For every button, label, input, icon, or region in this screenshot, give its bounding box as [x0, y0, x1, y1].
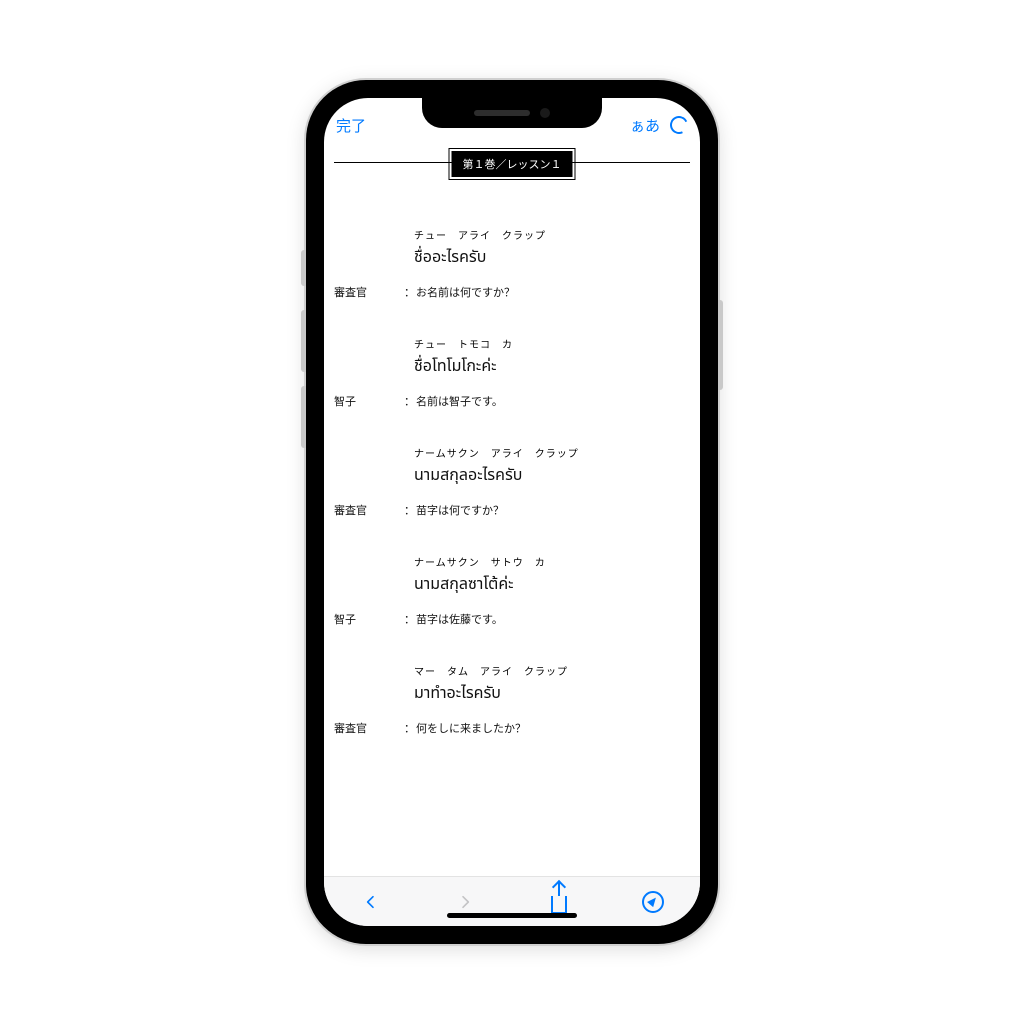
- kana-pronunciation: ナームサクン サトウ カ: [334, 554, 690, 569]
- speaker-name: 審査官: [334, 720, 404, 736]
- earpiece: [474, 110, 530, 116]
- chevron-left-icon: [363, 894, 379, 910]
- lesson-badge: 第１巻／レッスン１: [452, 151, 573, 177]
- japanese-text: お名前は何ですか？: [416, 284, 690, 300]
- speaker-name: 審査官: [334, 502, 404, 518]
- thai-text: ชื่อโทโมโกะค่ะ: [334, 355, 690, 379]
- kana-pronunciation: マー タム アライ クラップ: [334, 663, 690, 678]
- volume-up-button: [301, 310, 306, 372]
- open-in-safari-button[interactable]: [639, 888, 667, 916]
- japanese-translation-row: 審査官：苗字は何ですか？: [334, 502, 690, 518]
- notch: [422, 98, 602, 128]
- colon: ：: [404, 720, 416, 736]
- japanese-text: 名前は智子です。: [416, 393, 690, 409]
- dialogue-entry: チュー アライ クラップ ชื่ออะไรครับ 審査官：お名前は何ですか？: [334, 227, 690, 300]
- kana-pronunciation: チュー トモコ カ: [334, 336, 690, 351]
- kana-pronunciation: ナームサクン アライ クラップ: [334, 445, 690, 460]
- done-button[interactable]: 完了: [336, 115, 366, 136]
- mute-switch: [301, 250, 306, 286]
- thai-text: มาทำอะไรครับ: [334, 682, 690, 706]
- dialogue-entry: チュー トモコ カ ชื่อโทโมโกะค่ะ 智子：名前は智子です。: [334, 336, 690, 409]
- dialogue-list: チュー アライ クラップชื่ออะไรครับ審査官：お名前は何ですか？チュー…: [334, 163, 690, 736]
- colon: ：: [404, 502, 416, 518]
- dialogue-entry: ナームサクン アライ クラップ นามสกุลอะไรครับ 審査官：苗字は何です…: [334, 445, 690, 518]
- thai-text: นามสกุลอะไรครับ: [334, 464, 690, 488]
- dialogue-entry: ナームサクン サトウ カ นามสกุลซาโต้ค่ะ 智子：苗字は佐藤です。: [334, 554, 690, 627]
- compass-icon: [642, 891, 664, 913]
- speaker-name: 審査官: [334, 284, 404, 300]
- japanese-translation-row: 審査官：何をしに来ましたか？: [334, 720, 690, 736]
- power-button: [718, 300, 723, 390]
- colon: ：: [404, 284, 416, 300]
- heading-rule: 第１巻／レッスン１: [334, 162, 690, 163]
- browser-toolbar: [324, 876, 700, 926]
- chevron-right-icon: [457, 894, 473, 910]
- colon: ：: [404, 393, 416, 409]
- kana-pronunciation: チュー アライ クラップ: [334, 227, 690, 242]
- speaker-name: 智子: [334, 393, 404, 409]
- dialogue-entry: マー タム アライ クラップ มาทำอะไรครับ 審査官：何をしに来ましたか？: [334, 663, 690, 736]
- page-content[interactable]: 第１巻／レッスン１ チュー アライ クラップชื่ออะไรครับ審査官：お名…: [324, 142, 700, 876]
- stage: 完了 ぁあ 第１巻／レッスン１ チュー アライ クラップ ชื่ออะไรครับ…: [0, 0, 1024, 1024]
- japanese-translation-row: 智子：苗字は佐藤です。: [334, 611, 690, 627]
- share-icon: [551, 896, 567, 914]
- thai-text: นามสกุลซาโต้ค่ะ: [334, 573, 690, 597]
- japanese-text: 苗字は佐藤です。: [416, 611, 690, 627]
- volume-down-button: [301, 386, 306, 448]
- colon: ：: [404, 611, 416, 627]
- home-indicator: [447, 913, 577, 918]
- thai-text: ชื่ออะไรครับ: [334, 246, 690, 270]
- back-button[interactable]: [357, 888, 385, 916]
- japanese-text: 苗字は何ですか？: [416, 502, 690, 518]
- japanese-translation-row: 智子：名前は智子です。: [334, 393, 690, 409]
- refresh-icon[interactable]: [667, 113, 690, 136]
- share-button[interactable]: [545, 888, 573, 916]
- text-size-button[interactable]: ぁあ: [630, 115, 660, 136]
- front-camera: [540, 108, 550, 118]
- forward-button: [451, 888, 479, 916]
- japanese-text: 何をしに来ましたか？: [416, 720, 690, 736]
- phone-frame: 完了 ぁあ 第１巻／レッスン１ チュー アライ クラップ ชื่ออะไรครับ…: [306, 80, 718, 944]
- japanese-translation-row: 審査官：お名前は何ですか？: [334, 284, 690, 300]
- speaker-name: 智子: [334, 611, 404, 627]
- screen: 完了 ぁあ 第１巻／レッスン１ チュー アライ クラップ ชื่ออะไรครับ…: [324, 98, 700, 926]
